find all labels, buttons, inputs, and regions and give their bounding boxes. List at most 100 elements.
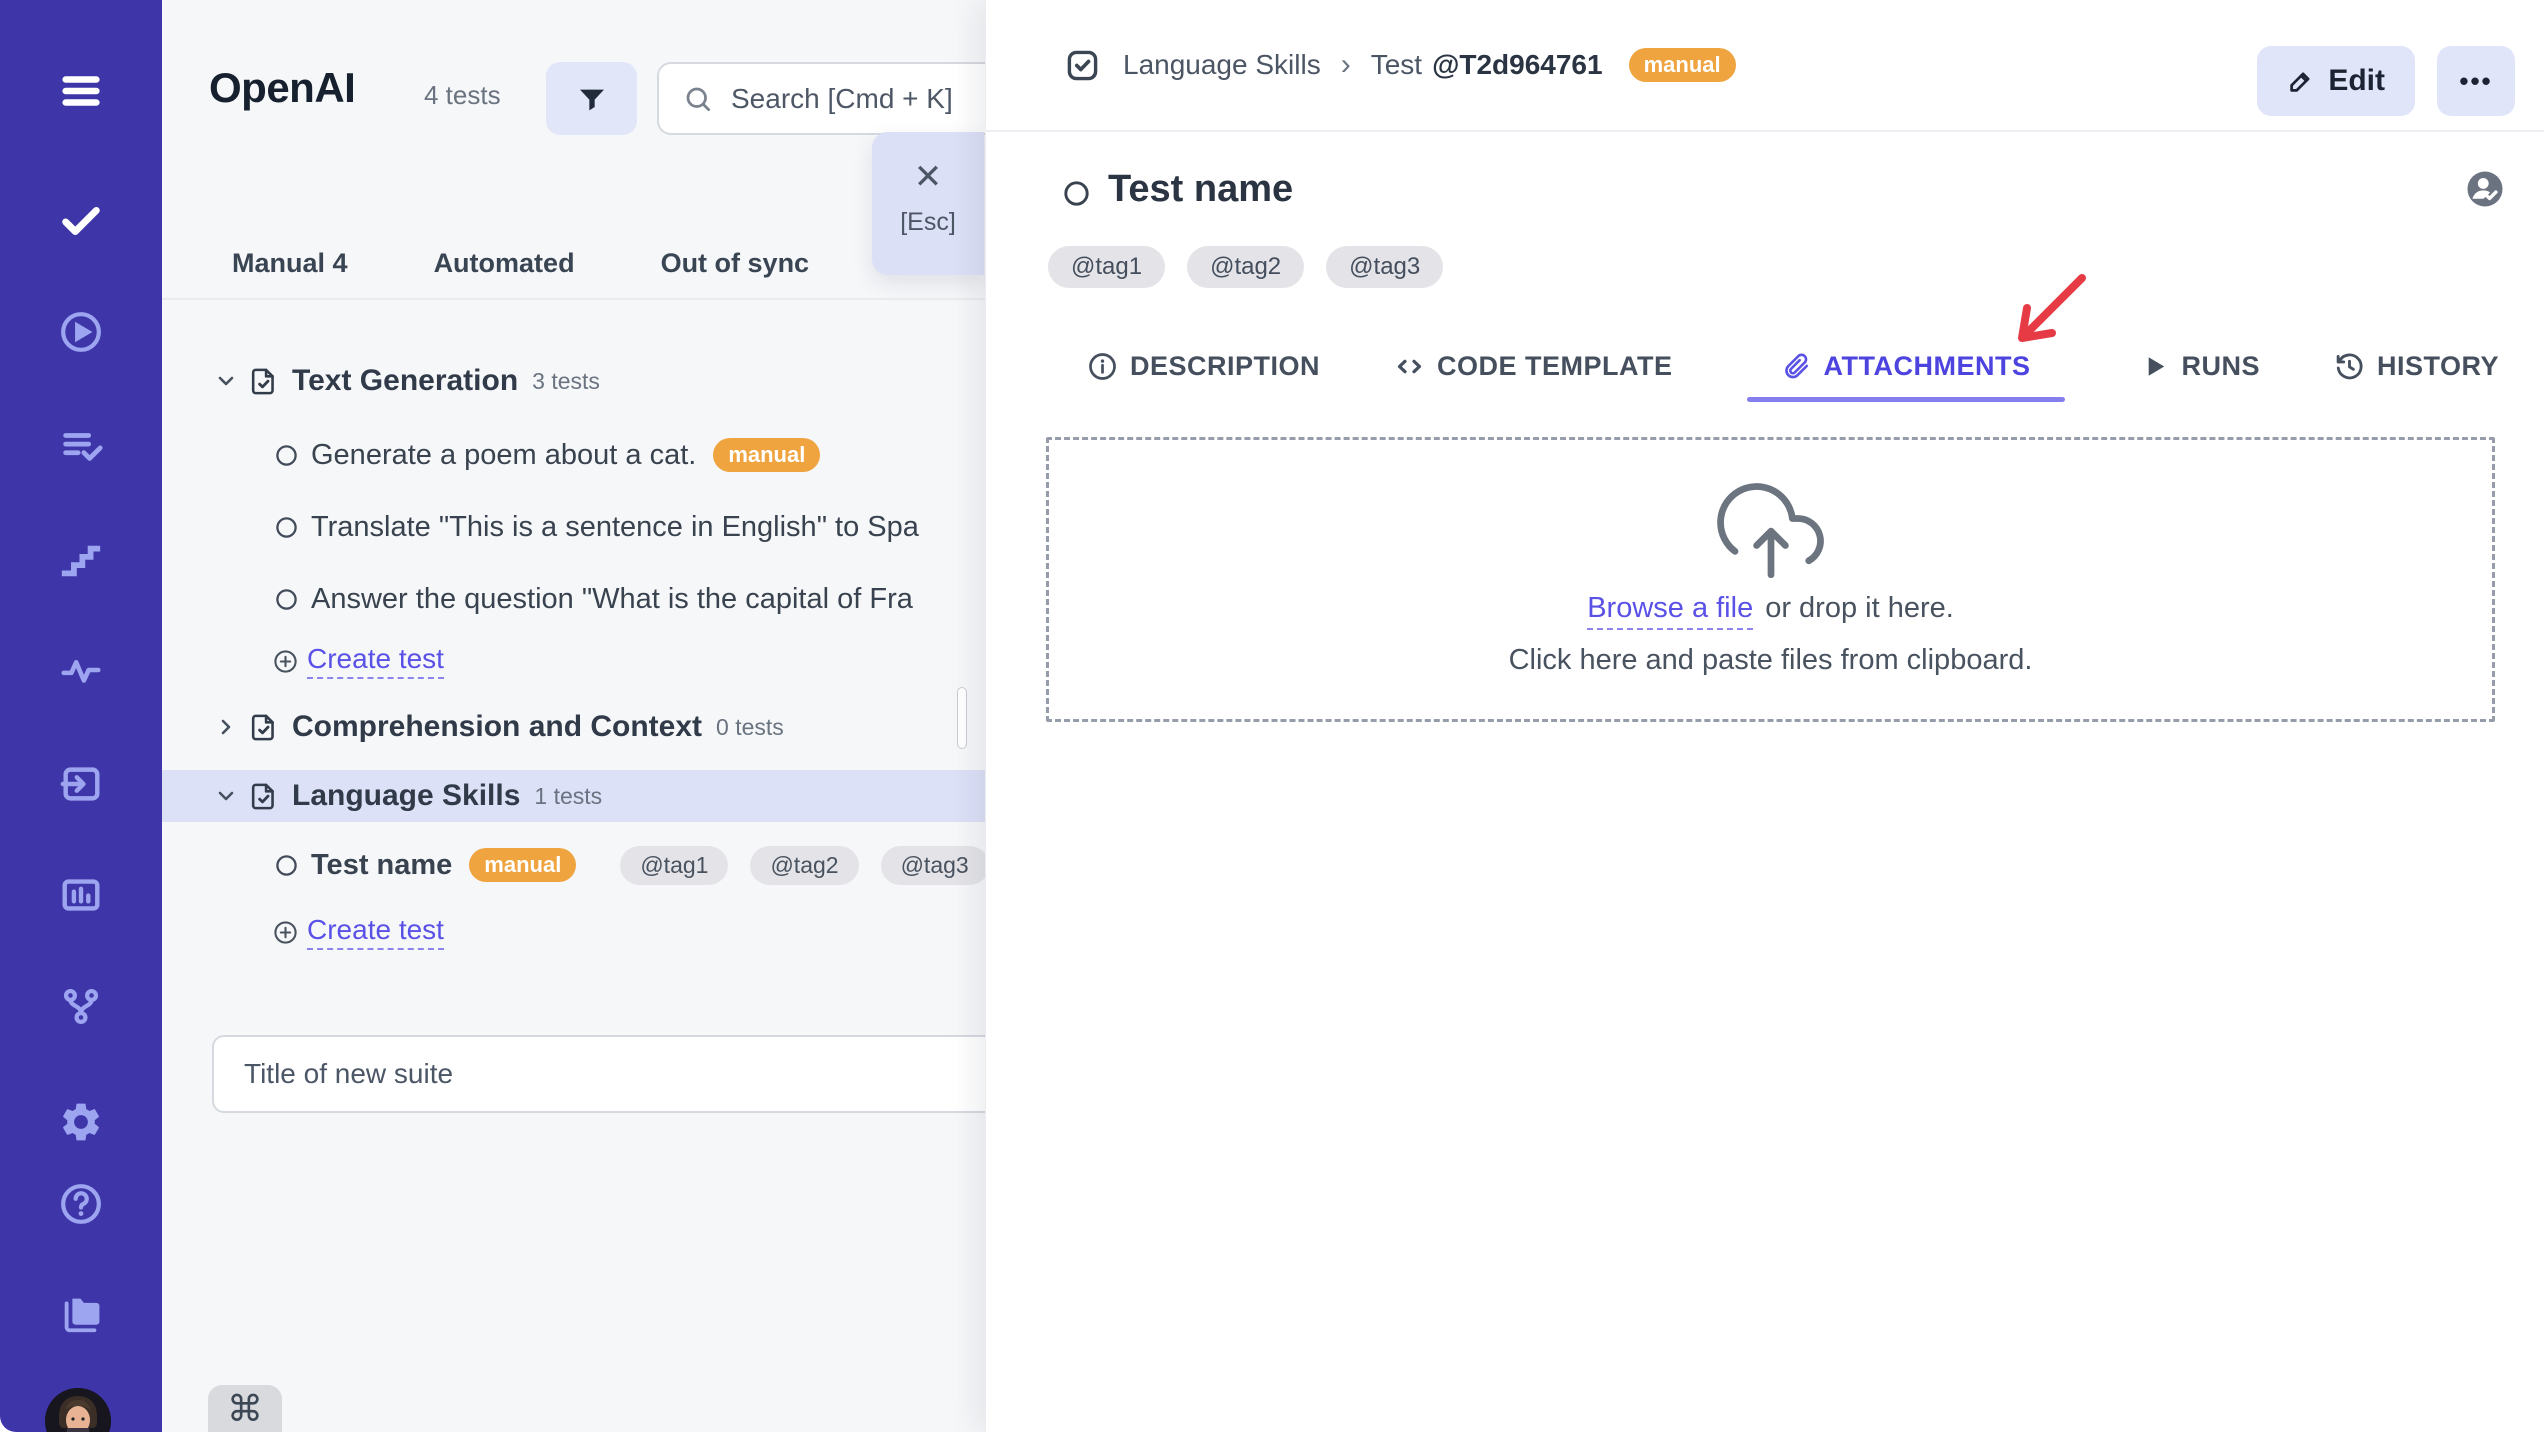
tab-manual[interactable]: Manual 4 — [232, 248, 348, 279]
play-icon — [2148, 356, 2164, 376]
test-title[interactable]: Test name — [311, 849, 452, 882]
scrollbar-thumb[interactable] — [957, 687, 967, 749]
suite-title[interactable]: Language Skills — [292, 779, 520, 813]
suite-title[interactable]: Comprehension and Context — [292, 710, 702, 744]
header-divider — [986, 130, 2544, 132]
manual-badge: manual — [713, 438, 821, 472]
code-icon — [1397, 359, 1422, 373]
test-row[interactable]: Answer the question "What is the capital… — [162, 562, 985, 636]
suites-tabs: Manual 4 Automated Out of sync — [162, 228, 985, 300]
create-test-link[interactable]: Create test — [307, 643, 444, 679]
test-title[interactable]: Translate "This is a sentence in English… — [311, 511, 919, 544]
suites-header: OpenAI 4 tests — [162, 62, 985, 135]
plus-circle-icon[interactable] — [273, 920, 298, 945]
funnel-icon — [579, 89, 604, 110]
test-row[interactable]: Translate "This is a sentence in English… — [162, 490, 985, 564]
filter-button[interactable] — [546, 62, 637, 135]
test-row[interactable]: Generate a poem about a cat. manual — [162, 418, 985, 492]
test-row-test-name[interactable]: Test name manual @tag1 @tag2 @tag3 — [162, 828, 985, 902]
tests-count: 4 tests — [424, 80, 501, 110]
suite-test-count: 3 tests — [532, 367, 600, 394]
command-key-button[interactable]: ⌘ — [208, 1385, 282, 1432]
close-icon[interactable]: ✕ — [914, 160, 943, 194]
menu-icon[interactable] — [58, 68, 104, 114]
search-box[interactable] — [657, 62, 985, 135]
edit-button[interactable]: Edit — [2257, 46, 2415, 116]
status-circle-icon — [276, 854, 297, 876]
tab-runs[interactable]: RUNS — [2139, 330, 2261, 402]
breadcrumb-separator: › — [1340, 48, 1351, 81]
branch-icon[interactable] — [58, 983, 104, 1029]
breadcrumb-test-label: Test — [1370, 49, 1423, 80]
tab-attachments[interactable]: ATTACHMENTS — [1746, 330, 2065, 402]
status-circle-icon — [276, 444, 297, 466]
steps-icon[interactable] — [58, 536, 104, 582]
detail-tabs: DESCRIPTION CODE TEMPLATE ATTACHMENTS RU… — [986, 330, 2544, 402]
sign-in-icon[interactable] — [58, 761, 104, 807]
help-icon[interactable] — [58, 1181, 104, 1227]
breadcrumb-test-id: @T2d964761 — [1432, 49, 1603, 80]
manual-badge: manual — [469, 848, 577, 882]
chevron-down-icon[interactable] — [214, 784, 238, 808]
new-suite-input[interactable] — [212, 1035, 985, 1113]
gear-icon[interactable] — [58, 1099, 104, 1145]
tests-check-icon[interactable] — [58, 197, 104, 243]
test-detail-panel: Language Skills › Test @T2d964761 manual… — [985, 0, 2544, 1432]
create-test-row: Create test — [162, 630, 985, 692]
manual-badge: manual — [1628, 48, 1736, 82]
status-circle-icon — [276, 516, 297, 538]
file-check-icon — [251, 783, 274, 809]
tag-pill: @tag3 — [1326, 246, 1444, 288]
tab-out-of-sync[interactable]: Out of sync — [661, 248, 810, 279]
drop-hint: or drop it here. — [1765, 592, 1954, 624]
status-circle-icon — [276, 588, 297, 610]
test-tags: @tag1 @tag2 @tag3 — [1048, 246, 1444, 288]
folder-icon[interactable] — [58, 1290, 104, 1336]
play-circle-icon[interactable] — [58, 309, 104, 355]
upload-cloud-icon — [1716, 483, 1824, 579]
sidebar — [0, 0, 162, 1432]
create-test-link[interactable]: Create test — [307, 914, 444, 950]
tag-pill: @tag1 — [620, 845, 729, 885]
info-icon — [1089, 352, 1116, 380]
create-test-row: Create test — [162, 901, 985, 963]
chevron-down-icon[interactable] — [214, 369, 238, 393]
project-title: OpenAI — [209, 64, 356, 111]
breadcrumb-suite[interactable]: Language Skills — [1123, 49, 1321, 81]
paperclip-icon — [1784, 353, 1808, 378]
suite-row-comprehension[interactable]: Comprehension and Context 0 tests — [162, 694, 985, 760]
suite-test-count: 0 tests — [716, 713, 784, 740]
plus-circle-icon[interactable] — [273, 649, 298, 674]
test-title: Test name — [1108, 168, 1294, 210]
suite-row-text-generation[interactable]: Text Generation 3 tests — [162, 348, 985, 414]
tag-pill: @tag2 — [750, 845, 859, 885]
tab-description[interactable]: DESCRIPTION — [1087, 330, 1320, 402]
tag-pill: @tag1 — [1048, 246, 1166, 288]
assignee-user-check-icon[interactable] — [2464, 168, 2506, 210]
test-title[interactable]: Generate a poem about a cat. — [311, 439, 696, 472]
suite-row-language-skills-selected[interactable]: Language Skills 1 tests — [162, 770, 985, 822]
tab-history[interactable]: HISTORY — [2334, 330, 2499, 402]
browse-file-link[interactable]: Browse a file — [1587, 592, 1754, 630]
dropzone-text: Browse a file or drop it here. — [1587, 592, 1954, 630]
suite-test-count: 1 tests — [534, 782, 603, 809]
list-check-icon[interactable] — [58, 423, 104, 469]
chevron-right-icon[interactable] — [214, 715, 238, 739]
command-icon: ⌘ — [227, 1389, 263, 1430]
test-title[interactable]: Answer the question "What is the capital… — [311, 583, 913, 616]
tab-code-template[interactable]: CODE TEMPLATE — [1394, 330, 1673, 402]
paste-hint: Click here and paste files from clipboar… — [1508, 644, 2033, 676]
file-check-icon — [251, 368, 274, 394]
more-actions-button[interactable]: ••• — [2437, 46, 2515, 116]
search-input[interactable] — [731, 82, 985, 115]
status-circle-icon — [1064, 181, 1089, 206]
tab-automated[interactable]: Automated — [434, 248, 575, 279]
tag-pill: @tag3 — [880, 845, 985, 885]
file-dropzone[interactable]: Browse a file or drop it here. Click her… — [1046, 437, 2495, 722]
user-avatar[interactable] — [45, 1388, 111, 1432]
tab-manual-count: 4 — [332, 247, 348, 278]
app-window: OpenAI 4 tests ✕ [Esc] Manual 4 Automate… — [0, 0, 2544, 1432]
suite-title[interactable]: Text Generation — [292, 364, 518, 398]
activity-icon[interactable] — [58, 647, 104, 693]
bar-chart-icon[interactable] — [58, 872, 104, 918]
